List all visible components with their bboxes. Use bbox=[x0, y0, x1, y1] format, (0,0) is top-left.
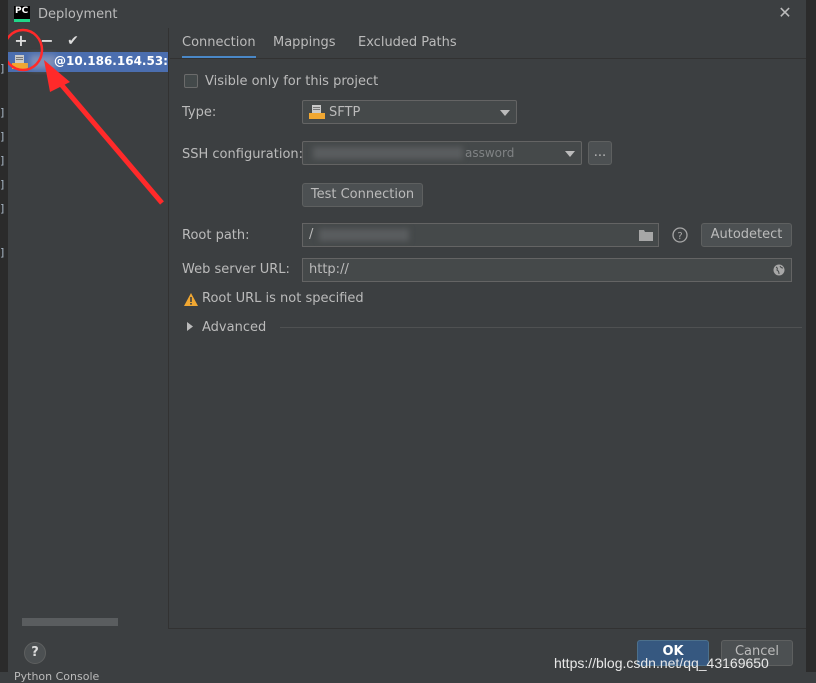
remove-server-button[interactable]: − bbox=[38, 32, 56, 50]
tab-connection[interactable]: Connection bbox=[182, 35, 256, 59]
tab-excluded-paths[interactable]: Excluded Paths bbox=[358, 35, 457, 50]
deployment-dialog: PC Deployment ✕ + − ✔ @10.186.164.53: Co… bbox=[8, 0, 806, 672]
chevron-right-icon[interactable] bbox=[187, 322, 193, 331]
warning-icon bbox=[184, 293, 198, 306]
warning-text: Root URL is not specified bbox=[202, 291, 364, 306]
ssh-config-dropdown[interactable]: assword bbox=[302, 141, 582, 165]
ssh-config-label: SSH configuration: bbox=[182, 147, 304, 162]
globe-icon[interactable] bbox=[773, 264, 785, 276]
ssh-browse-button[interactable]: ... bbox=[588, 141, 612, 165]
dialog-title: Deployment bbox=[38, 7, 118, 22]
folder-icon[interactable] bbox=[639, 229, 653, 241]
web-server-url-value: http:// bbox=[309, 262, 349, 277]
server-list-panel: + − ✔ @10.186.164.53: bbox=[8, 28, 169, 628]
redacted-ssh-host bbox=[313, 147, 463, 159]
horizontal-scrollbar[interactable] bbox=[22, 618, 118, 626]
visible-only-label: Visible only for this project bbox=[205, 74, 379, 89]
tab-divider bbox=[170, 58, 806, 59]
tab-bar: Connection Mappings Excluded Paths bbox=[170, 28, 806, 59]
type-label: Type: bbox=[182, 105, 217, 120]
server-list-item[interactable]: @10.186.164.53: bbox=[8, 52, 168, 72]
root-path-input[interactable]: / bbox=[302, 223, 659, 247]
chevron-down-icon bbox=[500, 110, 510, 116]
pycharm-logo-icon: PC bbox=[14, 6, 30, 22]
apply-check-button[interactable]: ✔ bbox=[64, 32, 82, 50]
add-server-button[interactable]: + bbox=[12, 32, 30, 50]
type-dropdown[interactable]: SFTP bbox=[302, 100, 517, 124]
redacted-root-path bbox=[319, 229, 409, 241]
tab-mappings[interactable]: Mappings bbox=[273, 35, 336, 50]
ide-left-strip: ] ] ] ] ] ] ] bbox=[0, 0, 8, 683]
close-icon[interactable]: ✕ bbox=[776, 4, 794, 22]
chevron-down-icon bbox=[565, 151, 575, 157]
help-circle-icon[interactable]: ? bbox=[672, 227, 688, 243]
root-path-value: / bbox=[309, 227, 314, 242]
visible-only-checkbox[interactable] bbox=[184, 74, 198, 88]
watermark-text: https://blog.csdn.net/qq_43169650 bbox=[554, 655, 769, 671]
sftp-server-icon bbox=[12, 55, 28, 69]
web-server-url-input[interactable]: http:// bbox=[302, 258, 792, 282]
ide-right-strip bbox=[806, 0, 816, 683]
help-button[interactable]: ? bbox=[24, 642, 46, 664]
root-path-label: Root path: bbox=[182, 228, 250, 243]
type-value: SFTP bbox=[329, 105, 361, 120]
advanced-separator bbox=[280, 327, 802, 328]
footer-divider bbox=[168, 628, 806, 629]
title-bar: PC Deployment ✕ bbox=[8, 0, 806, 28]
ide-bottom-bar: Python Console bbox=[0, 670, 816, 683]
redacted-username bbox=[30, 55, 56, 69]
sftp-type-icon bbox=[309, 105, 325, 119]
server-name: @10.186.164.53: bbox=[54, 54, 168, 68]
svg-text:?: ? bbox=[677, 231, 682, 242]
web-server-url-label: Web server URL: bbox=[182, 262, 290, 277]
autodetect-button[interactable]: Autodetect bbox=[701, 223, 792, 247]
advanced-toggle[interactable]: Advanced bbox=[202, 320, 266, 335]
ssh-config-value: assword bbox=[465, 146, 515, 160]
test-connection-button[interactable]: Test Connection bbox=[302, 183, 423, 207]
